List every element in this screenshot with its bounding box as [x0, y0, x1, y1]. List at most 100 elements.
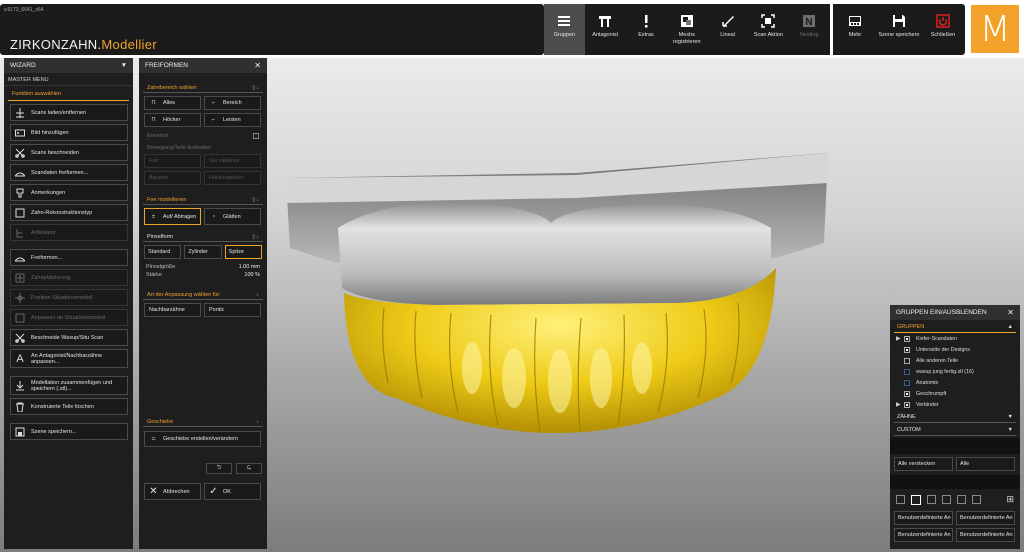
- swatch[interactable]: [942, 495, 951, 504]
- wizard-item-anpassen-situationsmodell[interactable]: Anpassen an Situationsmodell: [10, 309, 128, 326]
- expand-arrow-icon[interactable]: ▶: [896, 401, 904, 408]
- wizard-item-artikulator[interactable]: Artikulator: [10, 224, 128, 241]
- swatch[interactable]: [957, 495, 966, 504]
- group-item[interactable]: ▶ Verbinder: [890, 399, 1020, 410]
- wizard-item-szene-speichern[interactable]: Szene speichern...: [10, 423, 128, 440]
- custom-group-button[interactable]: Benutzerdefinierte An: [894, 511, 953, 525]
- custom-group-button[interactable]: Benutzerdefinierte An: [894, 528, 953, 542]
- group-item[interactable]: ▶ Kiefer-Scandaten: [890, 333, 1020, 344]
- group-checkbox[interactable]: [904, 401, 910, 408]
- group-item[interactable]: Geschrumpft: [890, 388, 1020, 399]
- expand-arrow-icon[interactable]: ▶: [896, 335, 904, 342]
- toolbar-extras-button[interactable]: Extras: [626, 4, 667, 55]
- auf-abtragen-button[interactable]: ± Auf/ Abtragen: [144, 208, 201, 225]
- hoecker-button[interactable]: ⊓ Höcker: [144, 113, 201, 127]
- wizard-item-zahnplatzierung[interactable]: Zahnplatzierung: [10, 269, 128, 286]
- groups-section-zaehne[interactable]: ZÄHNE ▼: [894, 410, 1016, 423]
- menu-lines-icon: [557, 13, 571, 29]
- group-checkbox[interactable]: [904, 368, 910, 375]
- section-info-icon[interactable]: ↓: [257, 419, 260, 425]
- toolbar-meshs-button[interactable]: Meshs registrieren: [666, 4, 707, 55]
- toolbar-gruppen-button[interactable]: Gruppen: [544, 4, 585, 55]
- chevron-down-icon[interactable]: ▼: [1008, 427, 1013, 433]
- wizard-item-scandaten-freiformen[interactable]: Scandaten freiformen...: [10, 164, 128, 181]
- toolbar-scan-aktion-button[interactable]: Scan Aktion: [748, 4, 789, 55]
- group-checkbox[interactable]: [904, 390, 910, 397]
- wizard-item-scans-laden[interactable]: Scans laden/entfernen: [10, 104, 128, 121]
- custom-group-button[interactable]: Benutzerdefinierte An: [956, 528, 1015, 542]
- pinselgroesse-row[interactable]: Pinselgröße 1.00 mm: [139, 264, 267, 270]
- wizard-item-beschneiden[interactable]: Scans beschneiden: [10, 144, 128, 161]
- custom-group-button[interactable]: Benutzerdefinierte An: [956, 511, 1015, 525]
- redo-button[interactable]: ⮎: [236, 463, 262, 474]
- group-label: Unterseite der Designs: [916, 346, 970, 353]
- undo-button[interactable]: ⮌: [206, 463, 232, 474]
- swatch[interactable]: [927, 495, 936, 504]
- group-item[interactable]: Anatomie: [890, 377, 1020, 388]
- wizard-item-modellation-speichern[interactable]: Modellation zusammenfügen und speichern …: [10, 376, 128, 395]
- chevron-up-icon[interactable]: ▲: [1008, 324, 1013, 330]
- dental-model-viewport[interactable]: [276, 143, 836, 443]
- section-info-icon[interactable]: ▯ ↓: [252, 234, 259, 240]
- group-item[interactable]: Unterseite der Designs: [890, 344, 1020, 355]
- swatch[interactable]: [896, 495, 905, 504]
- wizard-header[interactable]: WIZARD ▼: [4, 58, 133, 73]
- wizard-item-position-situationsmodell[interactable]: Position Situationsmodell: [10, 289, 128, 306]
- group-checkbox[interactable]: [904, 335, 910, 342]
- master-menu[interactable]: MASTER MENU: [4, 73, 133, 86]
- section-info-icon[interactable]: ▯ ↓: [252, 197, 259, 203]
- groups-section-custom[interactable]: CUSTOM ▼: [894, 423, 1016, 436]
- group-checkbox[interactable]: [904, 379, 910, 386]
- toolbar-save-scene-button[interactable]: Szene speichern: [877, 4, 921, 55]
- group-item[interactable]: waxup jung fertig.stl (16): [890, 366, 1020, 377]
- wizard-item-bild[interactable]: Bild hinzufügen: [10, 124, 128, 141]
- ok-button[interactable]: ✓ OK: [204, 483, 261, 500]
- glaetten-button[interactable]: ◔ Glätten: [204, 208, 261, 225]
- spitze-button[interactable]: Spitze: [224, 245, 262, 259]
- toolbar-close-button[interactable]: Schließen: [921, 4, 965, 55]
- standard-button[interactable]: Standard: [144, 245, 182, 259]
- wizard-item-antagonist-anpassen[interactable]: A An Antagonist/Nachbarzähne anpassen...: [10, 349, 128, 368]
- alle-button[interactable]: Alle: [956, 457, 1015, 471]
- staerke-value[interactable]: 100: [244, 272, 253, 278]
- hoeckerspitzen-button[interactable]: Höckerspitzen: [204, 171, 261, 185]
- pinselgroesse-value[interactable]: 1.00: [239, 264, 250, 270]
- chevron-down-icon[interactable]: ▼: [121, 62, 127, 69]
- nur-okklusal-button[interactable]: Nur okklusal: [204, 154, 261, 168]
- geschiebe-erstellen-button[interactable]: ⊂ Geschiebe erstellen/verändern: [144, 431, 261, 447]
- frei-button[interactable]: Frei: [144, 154, 201, 168]
- section-info-icon[interactable]: ↓: [257, 292, 260, 298]
- group-item[interactable]: Alle anderen Teile: [890, 355, 1020, 366]
- swatch[interactable]: [911, 494, 921, 505]
- bereich-button[interactable]: ⌐ Bereich: [204, 96, 261, 110]
- erweitert-checkbox[interactable]: [253, 133, 259, 139]
- zylinder-button[interactable]: Zylinder: [184, 245, 222, 259]
- toolbar-mehr-button[interactable]: Mehr: [833, 4, 877, 55]
- close-icon[interactable]: ✕: [1007, 308, 1014, 317]
- group-checkbox[interactable]: [904, 346, 910, 353]
- pontic-button[interactable]: Pontic: [204, 303, 261, 317]
- wizard-item-rekonstruktionstyp[interactable]: Zahn-Rekonstruktionstyp: [10, 204, 128, 221]
- nachbarzaehne-button[interactable]: Nachbarzähne: [144, 303, 201, 317]
- section-info-icon[interactable]: ▯ ↓: [252, 85, 259, 91]
- groups-section-gruppen[interactable]: GRUPPEN ▲: [894, 320, 1016, 333]
- add-icon[interactable]: ⊞: [1006, 494, 1014, 505]
- toolbar-antagonist-button[interactable]: Antagonist: [585, 4, 626, 55]
- wizard-item-anmerkungen[interactable]: Anmerkungen: [10, 184, 128, 201]
- close-icon[interactable]: ✕: [254, 61, 261, 70]
- wizard-item-teile-loeschen[interactable]: Konstruierte Teile löschen: [10, 398, 128, 415]
- wizard-item-beschneide-waxup[interactable]: Beschneide Waxup/Situ Scan: [10, 329, 128, 346]
- aequator-button[interactable]: Äquator: [144, 171, 201, 185]
- alles-button[interactable]: ⊓ Alles: [144, 96, 201, 110]
- alle-verstecken-button[interactable]: Alle verstecken: [894, 457, 953, 471]
- erweitert-row[interactable]: Erweitert: [143, 133, 263, 139]
- swatch[interactable]: [972, 495, 981, 504]
- abbrechen-button[interactable]: ✕ Abbrechen: [144, 483, 201, 500]
- group-checkbox[interactable]: [904, 357, 910, 364]
- toolbar-nesting-button[interactable]: N Nesting: [789, 4, 830, 55]
- toolbar-lineal-button[interactable]: Lineal: [707, 4, 748, 55]
- chevron-down-icon[interactable]: ▼: [1008, 414, 1013, 420]
- check-icon: ✓: [209, 486, 218, 497]
- leisten-button[interactable]: ⌐ Leisten: [204, 113, 261, 127]
- wizard-item-freiformen[interactable]: Freiformen...: [10, 249, 128, 266]
